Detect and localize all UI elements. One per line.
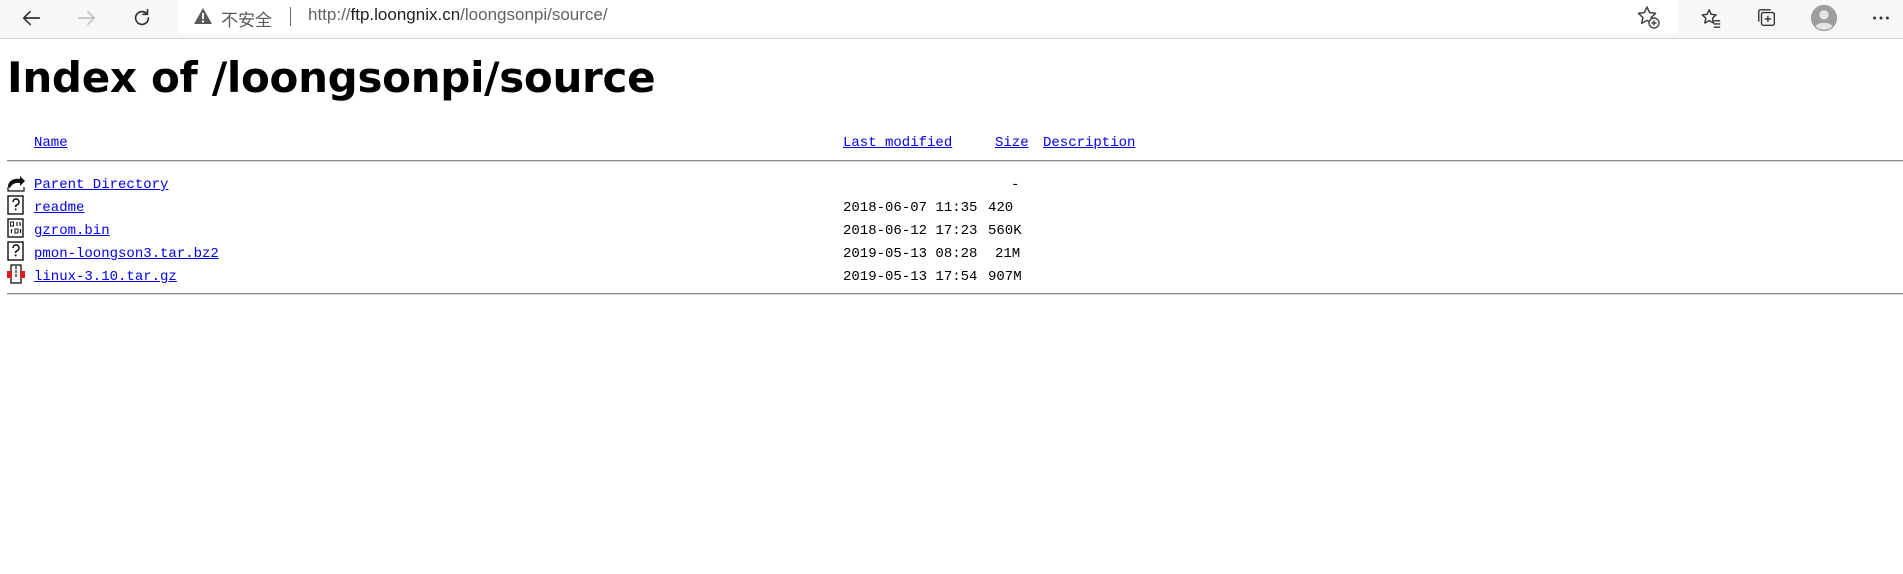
- page-title: Index of /loongsonpi/source: [7, 53, 656, 102]
- table-row: linux-3.10.tar.gz 2019-05-13 17:54 907M: [0, 264, 1903, 289]
- unknown-file-icon: [7, 241, 24, 261]
- file-size: -: [1011, 177, 1020, 193]
- profile-button[interactable]: [1809, 3, 1839, 33]
- file-modified: 2019-05-13 08:28: [843, 246, 978, 262]
- favorites-button[interactable]: [1696, 3, 1726, 33]
- file-size: 907M: [988, 269, 1022, 285]
- file-modified: 2018-06-07 11:35: [843, 200, 978, 216]
- forward-button[interactable]: [68, 2, 104, 34]
- header-divider: [7, 160, 1903, 162]
- file-link[interactable]: readme: [34, 200, 84, 216]
- listing-header: Name Last modified Size Description: [0, 135, 1903, 155]
- favorites-icon: [1701, 9, 1721, 28]
- parent-directory-icon: [7, 176, 25, 192]
- avatar-icon: [1810, 4, 1838, 32]
- sort-by-name-link[interactable]: Name: [34, 135, 68, 151]
- url-host: ftp.loongnix.cn: [350, 5, 461, 24]
- collections-button[interactable]: [1752, 3, 1782, 33]
- add-favorite-icon[interactable]: [1635, 4, 1661, 30]
- footer-divider: [7, 293, 1903, 295]
- arrow-left-icon: [22, 10, 41, 26]
- file-size: 560K: [988, 223, 1022, 239]
- collections-icon: [1758, 9, 1776, 27]
- sort-by-description-link[interactable]: Description: [1043, 135, 1135, 151]
- more-icon: [1873, 16, 1889, 20]
- binary-file-icon: [7, 218, 24, 238]
- address-separator: [290, 7, 291, 26]
- refresh-button[interactable]: [124, 2, 160, 34]
- file-link[interactable]: pmon-loongson3.tar.bz2: [34, 246, 219, 262]
- url-scheme: http://: [308, 5, 351, 24]
- file-size: 420: [988, 200, 1014, 216]
- file-modified: 2019-05-13 17:54: [843, 269, 978, 285]
- unknown-file-icon: [7, 195, 24, 215]
- sort-by-last-modified-link[interactable]: Last modified: [843, 135, 952, 151]
- warning-icon[interactable]: [193, 6, 213, 26]
- file-link[interactable]: gzrom.bin: [34, 223, 110, 239]
- settings-more-button[interactable]: [1866, 3, 1896, 33]
- arrow-right-icon: [77, 10, 96, 26]
- back-button[interactable]: [14, 2, 50, 34]
- file-link[interactable]: Parent Directory: [34, 177, 168, 193]
- url-text[interactable]: http://ftp.loongnix.cn/loongsonpi/source…: [308, 5, 608, 25]
- address-bar[interactable]: 不安全 http://ftp.loongnix.cn/loongsonpi/so…: [178, 0, 1678, 34]
- sort-by-size-link[interactable]: Size: [995, 135, 1029, 151]
- security-label[interactable]: 不安全: [221, 6, 272, 31]
- refresh-icon: [134, 8, 150, 26]
- browser-toolbar: 不安全 http://ftp.loongnix.cn/loongsonpi/so…: [0, 0, 1903, 39]
- table-row: gzrom.bin 2018-06-12 17:23 560K: [0, 218, 1903, 243]
- url-path: /loongsonpi/source/: [460, 5, 608, 24]
- file-link[interactable]: linux-3.10.tar.gz: [34, 269, 177, 285]
- table-row: pmon-loongson3.tar.bz2 2019-05-13 08:28 …: [0, 241, 1903, 266]
- file-size: 21M: [995, 246, 1021, 262]
- file-modified: 2018-06-12 17:23: [843, 223, 978, 239]
- compressed-file-icon: [7, 264, 25, 284]
- table-row: Parent Directory -: [0, 176, 1903, 197]
- table-row: readme 2018-06-07 11:35 420: [0, 195, 1903, 220]
